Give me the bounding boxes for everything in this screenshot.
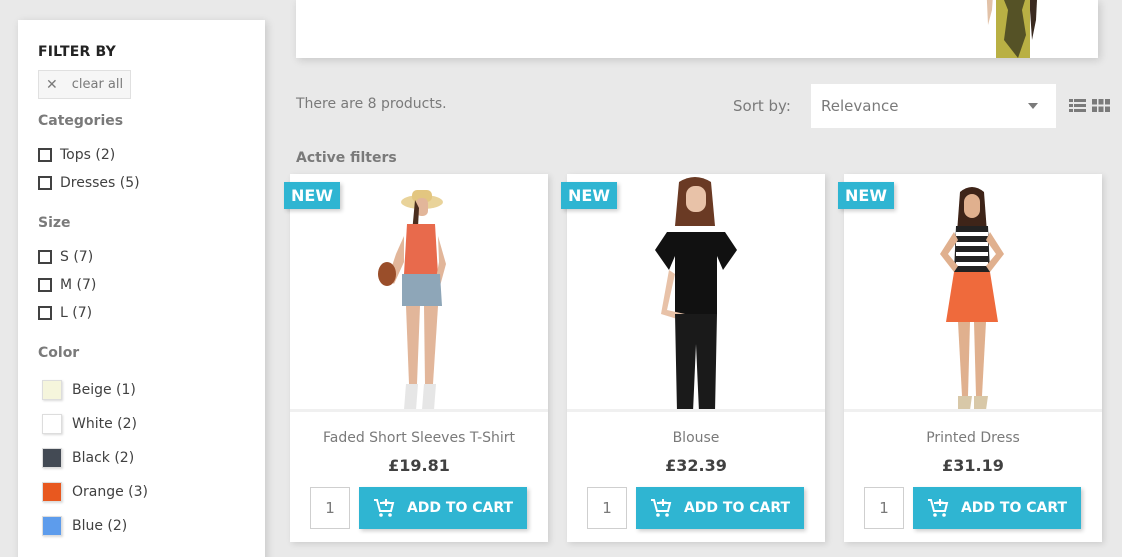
product-card[interactable]: NEW Faded Short Sleeves T-Shirt £19.81 1… — [284, 174, 548, 542]
facet-label: M (7) — [60, 277, 97, 293]
product-price: £31.19 — [942, 456, 1004, 475]
new-badge: NEW — [284, 182, 340, 209]
color-swatch[interactable] — [42, 516, 62, 536]
product-image[interactable] — [567, 174, 825, 412]
facet-item-orange[interactable]: Orange (3) — [38, 475, 245, 509]
facet-item-white[interactable]: White (2) — [38, 407, 245, 441]
product-name[interactable]: Faded Short Sleeves T-Shirt — [290, 430, 548, 446]
product-name[interactable]: Printed Dress — [844, 430, 1102, 446]
checkbox[interactable] — [38, 148, 52, 162]
size-facet-title: Size — [38, 215, 71, 231]
product-price: £32.39 — [665, 456, 727, 475]
add-to-cart-button[interactable]: ADD TO CART — [913, 487, 1081, 529]
quantity-input[interactable]: 1 — [864, 487, 904, 529]
facet-label: S (7) — [60, 249, 94, 265]
product-image[interactable] — [844, 174, 1102, 412]
color-swatch[interactable] — [42, 448, 62, 468]
filter-sidebar: FILTER BY ✕ clear all Categories Tops (2… — [18, 20, 265, 557]
quantity-input[interactable]: 1 — [587, 487, 627, 529]
list-view-icon[interactable] — [1069, 99, 1086, 112]
product-price: £19.81 — [388, 456, 450, 475]
product-card[interactable]: NEW Printed Dress £31.19 1 ADD TO CART — [838, 174, 1102, 542]
color-swatch[interactable] — [42, 482, 62, 502]
checkbox[interactable] — [38, 306, 52, 320]
add-to-cart-label: ADD TO CART — [406, 500, 514, 516]
facet-item-beige[interactable]: Beige (1) — [38, 373, 245, 407]
facet-label: L (7) — [60, 305, 93, 321]
categories-list: Tops (2) Dresses (5) — [38, 141, 245, 197]
color-swatch[interactable] — [42, 380, 62, 400]
facet-label: White (2) — [72, 416, 137, 432]
facet-label: Black (2) — [72, 450, 135, 466]
product-card[interactable]: NEW Blouse £32.39 1 ADD TO CART — [561, 174, 825, 542]
filter-title: FILTER BY — [38, 44, 116, 60]
sort-value: Relevance — [821, 97, 899, 115]
color-swatch[interactable] — [42, 414, 62, 434]
new-badge: NEW — [561, 182, 617, 209]
promo-banner[interactable] — [296, 0, 1098, 58]
add-to-cart-icon — [650, 499, 672, 517]
add-to-cart-label: ADD TO CART — [960, 500, 1068, 516]
chevron-down-icon — [1028, 103, 1038, 109]
add-to-cart-button[interactable]: ADD TO CART — [359, 487, 527, 529]
checkbox[interactable] — [38, 250, 52, 264]
facet-label: Tops (2) — [60, 147, 116, 163]
checkbox[interactable] — [38, 278, 52, 292]
checkbox[interactable] — [38, 176, 52, 190]
facet-item-dresses[interactable]: Dresses (5) — [38, 169, 245, 197]
size-list: S (7) M (7) L (7) — [38, 243, 245, 327]
sort-dropdown[interactable]: Relevance — [811, 84, 1056, 128]
color-list: Beige (1) White (2) Black (2) Orange (3)… — [38, 373, 245, 543]
add-to-cart-icon — [373, 499, 395, 517]
facet-label: Beige (1) — [72, 382, 136, 398]
facet-label: Blue (2) — [72, 518, 128, 534]
grid-view-icon[interactable] — [1092, 99, 1110, 112]
product-image[interactable] — [290, 174, 548, 412]
clear-all-label: clear all — [71, 77, 124, 92]
facet-label: Orange (3) — [72, 484, 149, 500]
product-name[interactable]: Blouse — [567, 430, 825, 446]
facet-item-size-m[interactable]: M (7) — [38, 271, 245, 299]
facet-item-blue[interactable]: Blue (2) — [38, 509, 245, 543]
banner-model-image — [986, 0, 1037, 58]
add-to-cart-button[interactable]: ADD TO CART — [636, 487, 804, 529]
new-badge: NEW — [838, 182, 894, 209]
facet-item-size-l[interactable]: L (7) — [38, 299, 245, 327]
active-filters-heading: Active filters — [296, 150, 397, 166]
facet-item-black[interactable]: Black (2) — [38, 441, 245, 475]
facet-item-tops[interactable]: Tops (2) — [38, 141, 245, 169]
sort-label: Sort by: — [733, 97, 791, 115]
close-icon: ✕ — [46, 76, 58, 93]
clear-all-button[interactable]: ✕ clear all — [38, 70, 132, 99]
add-to-cart-label: ADD TO CART — [683, 500, 791, 516]
facet-item-size-s[interactable]: S (7) — [38, 243, 245, 271]
product-count: There are 8 products. — [296, 96, 447, 112]
quantity-input[interactable]: 1 — [310, 487, 350, 529]
facet-label: Dresses (5) — [60, 175, 140, 191]
categories-facet-title: Categories — [38, 113, 124, 129]
color-facet-title: Color — [38, 345, 80, 361]
add-to-cart-icon — [927, 499, 949, 517]
